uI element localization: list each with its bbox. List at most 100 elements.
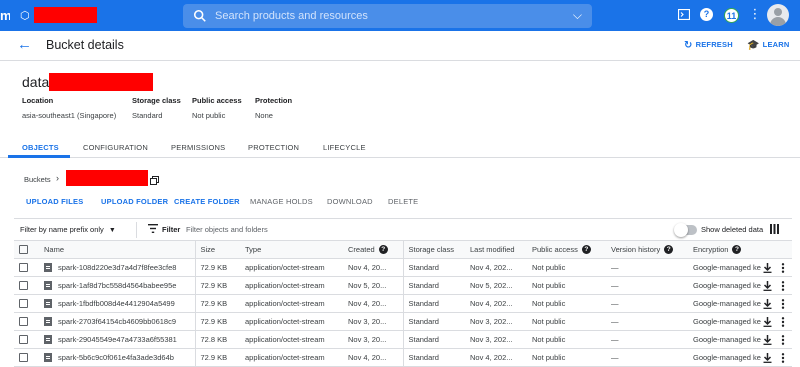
download-button[interactable]: DOWNLOAD [327, 197, 373, 206]
object-name-cell[interactable]: spark-108d220e3d7a4d7f8fee3cfe8 [39, 258, 195, 277]
breadcrumb-buckets[interactable]: Buckets [24, 175, 51, 184]
help-icon[interactable]: ? [700, 8, 713, 21]
back-arrow-icon[interactable]: ← [17, 36, 32, 53]
row-actions-cell [761, 312, 792, 331]
row-actions-cell [761, 276, 792, 295]
show-deleted-toggle[interactable] [674, 223, 697, 237]
object-name-cell[interactable]: spark-1af8d7bc558d4564babee95e [39, 276, 195, 295]
col-header-size[interactable]: Size [194, 240, 240, 259]
object-size: 72.8 KB [194, 330, 240, 349]
tab-permissions[interactable]: PERMISSIONS [171, 143, 225, 152]
project-selector-icon[interactable]: ⬡ [20, 9, 30, 22]
help-icon[interactable]: ? [378, 245, 388, 255]
more-vert-icon[interactable] [780, 280, 786, 291]
cloud-shell-icon[interactable] [678, 9, 690, 20]
object-name-cell[interactable]: spark-29045549e47a4733a6f55381 [39, 330, 195, 349]
col-header-last-modified[interactable]: Last modified [465, 240, 527, 259]
table-row[interactable]: spark-1fbdfb008d4e4412904a5499 72.9 KB a… [14, 294, 792, 313]
copy-icon[interactable] [150, 176, 159, 185]
download-icon[interactable] [763, 262, 772, 273]
avatar-icon[interactable] [767, 4, 789, 26]
upload-folder-button[interactable]: UPLOAD FOLDER [101, 197, 168, 206]
row-checkbox[interactable] [19, 317, 28, 327]
col-created-label: Created [348, 244, 375, 254]
col-header-version-history[interactable]: Version history? [606, 240, 688, 259]
select-all-checkbox[interactable] [19, 245, 28, 255]
prefix-filter-select[interactable]: Filter by name prefix only ▼ [20, 225, 116, 234]
object-name-link[interactable]: spark-29045549e47a4733a6f55381 [58, 335, 177, 344]
more-vert-icon[interactable] [780, 352, 786, 363]
download-icon[interactable] [763, 352, 772, 363]
learn-button[interactable]: 🎓 LEARN [747, 40, 790, 51]
col-header-encryption[interactable]: Encryption? [688, 240, 792, 259]
more-vert-icon[interactable]: ⋮ [747, 6, 763, 22]
tab-lifecycle[interactable]: LIFECYCLE [323, 143, 366, 152]
file-icon [44, 299, 52, 309]
location-value: asia-southeast1 (Singapore) [22, 111, 117, 120]
more-vert-icon[interactable] [780, 316, 786, 327]
tab-configuration[interactable]: CONFIGURATION [83, 143, 148, 152]
object-last-modified: Nov 4, 202... [465, 294, 527, 313]
download-icon[interactable] [763, 280, 772, 291]
table-row[interactable]: spark-2703f64154cb4609bb0618c9 72.9 KB a… [14, 312, 792, 331]
col-header-storage-class[interactable]: Storage class [402, 240, 465, 259]
redacted-breadcrumb-bucket [66, 170, 148, 186]
row-checkbox[interactable] [19, 353, 28, 363]
refresh-button[interactable]: ↻ REFRESH [684, 40, 733, 51]
col-header-created[interactable]: Created? [343, 240, 403, 259]
notification-badge[interactable]: 11 [724, 8, 739, 23]
object-name-link[interactable]: spark-5b6c9c0f061e4fa3ade3d64b [58, 353, 174, 362]
table-row[interactable]: spark-108d220e3d7a4d7f8fee3cfe8 72.9 KB … [14, 258, 792, 277]
top-bar: m ⬡ ⌵ ? 11 ⋮ [0, 0, 800, 31]
object-created: Nov 3, 20... [343, 312, 403, 331]
download-icon[interactable] [763, 316, 772, 327]
tab-objects[interactable]: OBJECTS [22, 143, 59, 152]
row-checkbox[interactable] [19, 299, 28, 309]
chevron-down-icon[interactable]: ⌵ [573, 8, 582, 23]
col-last-modified-label: Last modified [470, 245, 515, 254]
more-vert-icon[interactable] [780, 334, 786, 345]
object-name-link[interactable]: spark-1fbdfb008d4e4412904a5499 [58, 299, 175, 308]
more-vert-icon[interactable] [780, 298, 786, 309]
row-checkbox[interactable] [19, 281, 28, 291]
upload-files-button[interactable]: UPLOAD FILES [26, 197, 83, 206]
more-vert-icon[interactable] [780, 262, 786, 273]
col-header-type[interactable]: Type [240, 240, 343, 259]
protection-value: None [255, 111, 273, 120]
delete-button[interactable]: DELETE [388, 197, 418, 206]
col-type-label: Type [245, 245, 262, 254]
object-encryption: Google-managed key [688, 258, 761, 277]
object-name-link[interactable]: spark-2703f64154cb4609bb0618c9 [58, 317, 176, 326]
help-icon[interactable]: ? [664, 245, 674, 255]
row-select-cell [14, 294, 39, 313]
table-row[interactable]: spark-5b6c9c0f061e4fa3ade3d64b 72.9 KB a… [14, 348, 792, 367]
col-header-name[interactable]: Name [39, 240, 195, 259]
col-version-history-label: Version history [611, 244, 661, 254]
row-checkbox[interactable] [19, 335, 28, 345]
object-last-modified: Nov 5, 202... [465, 276, 527, 295]
col-header-public-access[interactable]: Public access? [527, 240, 606, 259]
create-folder-button[interactable]: CREATE FOLDER [174, 197, 240, 206]
object-public-access: Not public [527, 348, 606, 367]
help-icon[interactable]: ? [732, 245, 742, 255]
object-name-cell[interactable]: spark-1fbdfb008d4e4412904a5499 [39, 294, 195, 313]
filter-input[interactable] [186, 221, 486, 237]
object-name-cell[interactable]: spark-5b6c9c0f061e4fa3ade3d64b [39, 348, 195, 367]
table-row[interactable]: spark-1af8d7bc558d4564babee95e 72.9 KB a… [14, 276, 792, 295]
table-row[interactable]: spark-29045549e47a4733a6f55381 72.8 KB a… [14, 330, 792, 349]
search-box[interactable]: ⌵ [183, 4, 592, 28]
filter-label: Filter [162, 225, 181, 234]
object-name-cell[interactable]: spark-2703f64154cb4609bb0618c9 [39, 312, 195, 331]
download-icon[interactable] [763, 334, 772, 345]
manage-holds-button[interactable]: MANAGE HOLDS [250, 197, 313, 206]
search-input[interactable] [215, 4, 555, 28]
help-icon[interactable]: ? [581, 245, 591, 255]
tab-protection[interactable]: PROTECTION [248, 143, 299, 152]
download-icon[interactable] [763, 298, 772, 309]
filter-icon[interactable] [148, 224, 158, 233]
object-name-link[interactable]: spark-1af8d7bc558d4564babee95e [58, 281, 176, 290]
column-display-icon[interactable] [770, 224, 779, 234]
object-name-link[interactable]: spark-108d220e3d7a4d7f8fee3cfe8 [58, 263, 176, 272]
objects-table-body: spark-108d220e3d7a4d7f8fee3cfe8 72.9 KB … [14, 258, 792, 367]
row-checkbox[interactable] [19, 263, 28, 273]
